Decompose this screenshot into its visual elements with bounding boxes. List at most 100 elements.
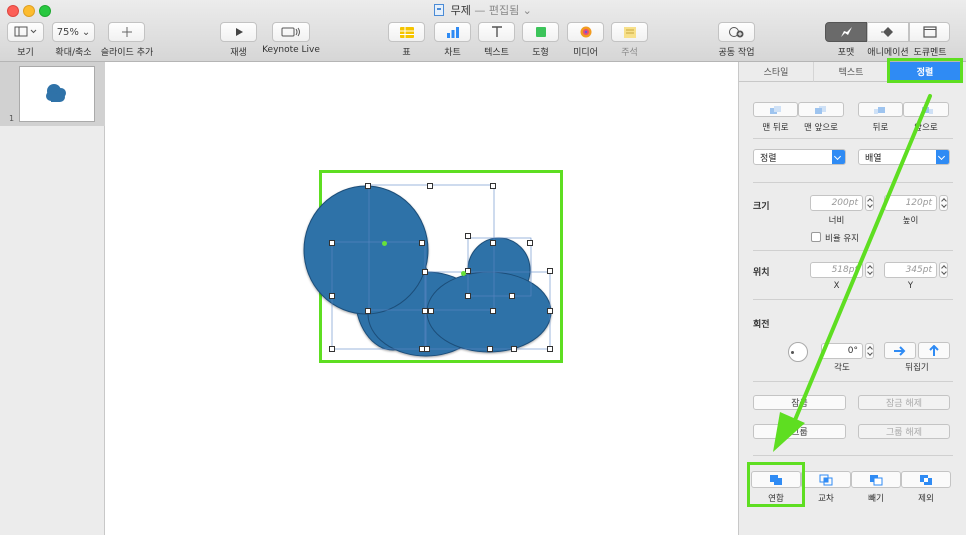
height-stepper[interactable] [939,195,948,211]
animate-button[interactable] [867,22,909,42]
angle-stepper[interactable] [865,343,874,359]
resize-handle[interactable] [329,240,335,246]
bring-to-front-button[interactable] [798,102,844,117]
bring-forward-button[interactable] [903,102,949,117]
group-button[interactable]: 그룹 [753,424,846,439]
format-button[interactable] [825,22,867,42]
slide-thumbnail[interactable] [19,66,95,122]
resize-handle[interactable] [547,308,553,314]
text-button[interactable] [478,22,515,42]
send-backward-icon [873,106,885,114]
resize-handle[interactable] [424,346,430,352]
subtract-label: 빼기 [868,494,884,504]
flip-label: 뒤집기 [905,363,929,373]
shape-icon [535,27,546,37]
cloud-shape[interactable] [106,62,738,535]
resize-handle[interactable] [509,293,515,299]
keynote-live-button[interactable] [272,22,310,42]
union-button-highlight [747,462,805,507]
y-position-field[interactable]: 345pt [884,262,937,278]
flip-vertical-button[interactable] [918,342,950,359]
resize-handle[interactable] [422,269,428,275]
resize-handle[interactable] [490,240,496,246]
media-icon [580,26,591,38]
ungroup-button[interactable]: 그룹 해제 [858,424,950,439]
tab-style[interactable]: 스타일 [739,62,814,82]
control-point-handle[interactable] [461,271,466,276]
resize-handle[interactable] [365,183,371,189]
resize-handle[interactable] [487,346,493,352]
view-button[interactable] [7,22,44,42]
keynote-live-icon [281,27,300,37]
exclude-icon [920,474,932,485]
size-heading: 크기 [753,202,770,212]
table-button[interactable] [388,22,425,42]
distribute-select[interactable]: 배열 [858,149,950,165]
x-position-stepper[interactable] [865,262,874,278]
constrain-proportions-checkbox[interactable] [811,232,821,242]
play-button[interactable] [220,22,257,42]
send-to-back-icon [769,105,781,114]
resize-handle[interactable] [365,308,371,314]
collaborate-icon [728,27,743,38]
collaborate-button[interactable] [718,22,755,42]
zoom-select[interactable]: 75% ⌄ [52,22,95,42]
align-select[interactable]: 정렬 [753,149,846,165]
align-select-value: 정렬 [760,153,777,164]
control-point-handle[interactable] [382,241,387,246]
media-button[interactable] [567,22,604,42]
shape-button[interactable] [522,22,559,42]
resize-handle[interactable] [465,293,471,299]
rotate-heading: 회전 [753,320,770,330]
x-position-field[interactable]: 518pt [810,262,863,278]
intersect-button[interactable] [801,471,851,488]
resize-handle[interactable] [329,293,335,299]
chevron-down-icon [832,150,845,164]
slide-canvas[interactable] [106,62,738,535]
resize-handle[interactable] [465,233,471,239]
tab-text[interactable]: 텍스트 [814,62,889,82]
rotation-wheel[interactable] [788,342,808,362]
subtract-button[interactable] [851,471,901,488]
resize-handle[interactable] [547,268,553,274]
angle-field[interactable]: 0° [821,343,863,359]
resize-handle[interactable] [329,346,335,352]
width-stepper[interactable] [865,195,874,211]
y-position-stepper[interactable] [939,262,948,278]
zoom-label: 확대/축소 [55,48,92,58]
resize-handle[interactable] [511,346,517,352]
comment-button[interactable] [611,22,648,42]
resize-handle[interactable] [419,240,425,246]
table-icon [399,26,414,38]
zoom-value: 75% [56,26,79,38]
resize-handle[interactable] [427,183,433,189]
chart-label: 차트 [444,48,461,58]
angle-label: 각도 [834,363,850,373]
slide-number: 1 [9,114,15,123]
resize-handle[interactable] [428,308,434,314]
width-field[interactable]: 200pt [810,195,863,211]
resize-handle[interactable] [527,240,533,246]
chart-button[interactable] [434,22,471,42]
lock-button[interactable]: 잠금 [753,395,846,410]
flip-horizontal-button[interactable] [884,342,916,359]
window-title[interactable]: 무제 — 편집됨 ⌄ [0,2,966,18]
text-icon [491,26,502,37]
exclude-button[interactable] [901,471,951,488]
distribute-select-value: 배열 [865,153,882,164]
send-to-back-button[interactable] [753,102,798,117]
height-field[interactable]: 120pt [884,195,937,211]
unlock-button[interactable]: 잠금 해제 [858,395,950,410]
resize-handle[interactable] [490,308,496,314]
resize-handle[interactable] [547,346,553,352]
add-slide-button[interactable] [108,22,145,42]
resize-handle[interactable] [490,183,496,189]
send-to-back-label: 맨 뒤로 [762,123,789,133]
section-divider [753,138,953,139]
sidebar-view-icon [14,26,36,37]
document-button[interactable] [909,22,950,42]
send-backward-button[interactable] [858,102,903,117]
constrain-proportions-label: 비율 유지 [825,234,859,244]
animate-label: 애니메이션 [867,48,909,58]
format-label: 포맷 [837,48,855,58]
